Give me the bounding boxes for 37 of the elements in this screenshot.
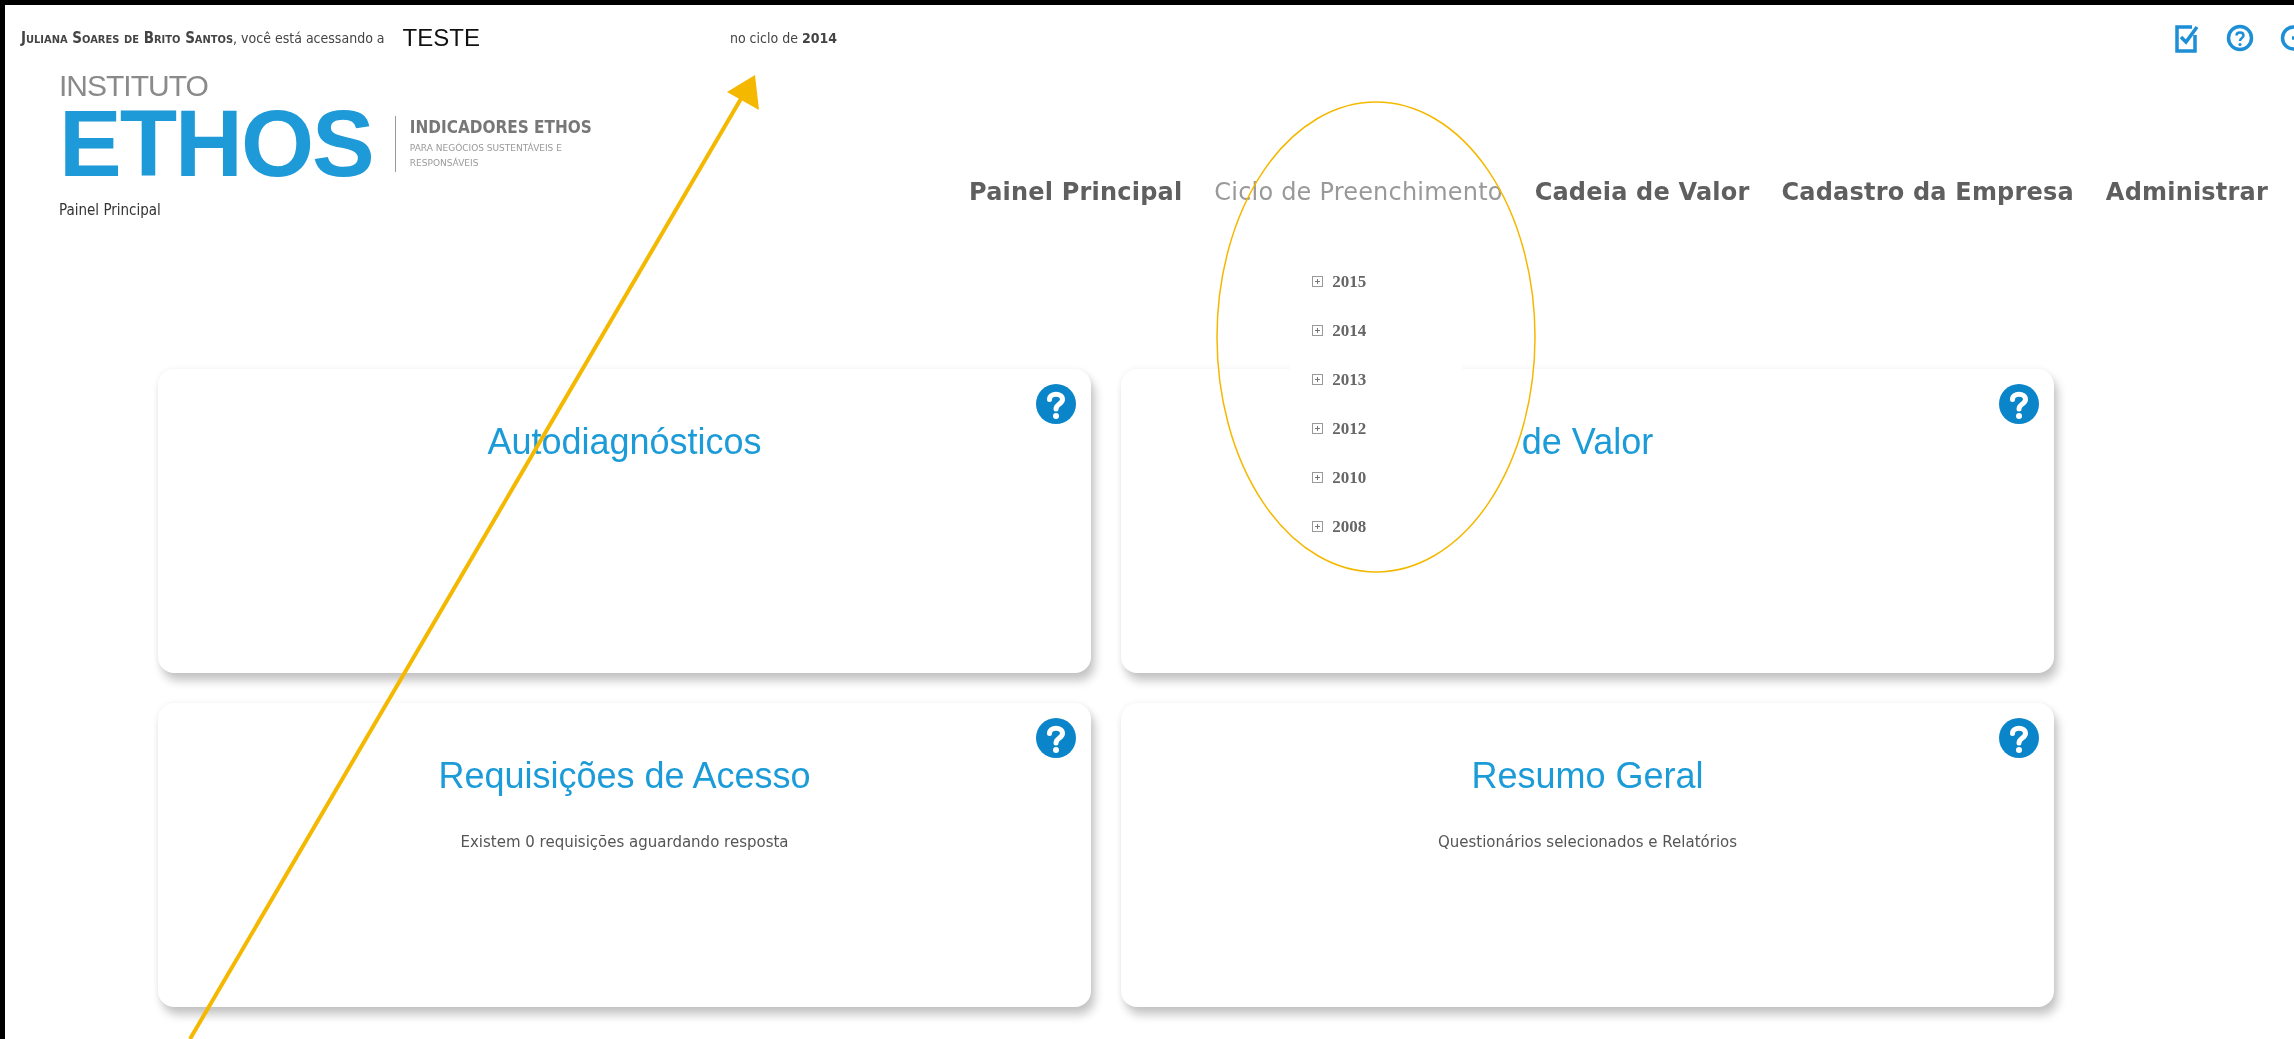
expand-icon xyxy=(1312,276,1324,287)
menu-item[interactable]: 2014 xyxy=(1332,320,1367,341)
checklist-icon[interactable] xyxy=(2174,23,2200,53)
nav-link[interactable]: Administrar xyxy=(2105,177,2268,207)
organization-name: TESTE xyxy=(402,24,480,52)
breadcrumb: Painel Principal xyxy=(59,201,162,219)
card-title[interactable]: Resumo Geral xyxy=(1471,755,1704,797)
card-title[interactable]: Requisições de Acesso xyxy=(438,755,811,797)
expand-icon xyxy=(1312,374,1324,385)
menu-item[interactable]: 2008 xyxy=(1332,516,1367,537)
nav-link[interactable]: Cadastro da Empresa xyxy=(1781,177,2074,207)
menu-item[interactable]: 2012 xyxy=(1332,418,1367,439)
logo-overline: INSTITUTO xyxy=(59,71,209,101)
nav-link[interactable]: Painel Principal xyxy=(969,177,1183,207)
card-background[interactable]: Requisições de Acesso Existem 0 requisições aguardando resposta xyxy=(158,703,1091,1007)
expand-icon xyxy=(1312,423,1324,434)
card-background[interactable]: Resumo Geral Questionários selecionados e Relatórios xyxy=(1121,703,2054,1007)
expand-icon xyxy=(1312,472,1324,483)
help-icon[interactable] xyxy=(1035,717,1077,759)
help-icon[interactable] xyxy=(1998,717,2040,759)
help-icon[interactable] xyxy=(1998,383,2040,425)
card-description: Questionários selecionados e Relatórios xyxy=(1437,833,1738,851)
access-text: , você está acessando a xyxy=(233,30,385,46)
menu-item[interactable]: 2010 xyxy=(1332,467,1367,488)
logo-subtitle: PARA NEGÓCIOS SUSTENTÁVEIS E RESPONSÁVEIS xyxy=(409,141,563,170)
expand-icon xyxy=(1312,521,1324,532)
card-description: Existem 0 requisições aguardando resposta xyxy=(460,833,789,851)
menu-item[interactable]: 2013 xyxy=(1332,369,1367,390)
menu-item[interactable]: 2015 xyxy=(1332,271,1367,292)
nav-link[interactable]: Cadeia de Valor xyxy=(1534,177,1750,207)
card-title[interactable]: de Valor xyxy=(1521,421,1654,463)
expand-icon xyxy=(1312,325,1324,336)
cycle-text: no ciclo de 2014 xyxy=(729,30,837,46)
logo-title: INDICADORES ETHOS xyxy=(409,117,593,137)
help-icon[interactable] xyxy=(1035,383,1077,425)
logo-wordmark: ETHOS xyxy=(59,101,373,187)
help-icon[interactable] xyxy=(2226,24,2254,52)
